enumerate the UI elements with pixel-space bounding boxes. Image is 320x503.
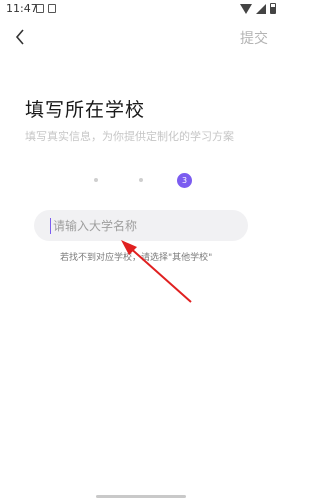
page-subtitle: 填写真实信息，为你提供定制化的学习方案 <box>25 130 234 143</box>
step-current-badge: 3 <box>177 173 192 188</box>
step-dot-1 <box>94 178 98 182</box>
battery-icon <box>270 3 276 14</box>
step-dot-2 <box>139 178 143 182</box>
notification-icon <box>48 4 56 13</box>
notification-icons <box>36 4 56 13</box>
signal-icon <box>256 3 266 14</box>
wifi-icon <box>240 3 252 14</box>
chevron-left-icon <box>15 29 24 45</box>
back-icon[interactable] <box>10 27 30 47</box>
status-bar: 11:47 <box>0 0 282 20</box>
hint-text: 若找不到对应学校，请选择"其他学校" <box>60 253 213 263</box>
status-time: 11:47 <box>6 2 38 15</box>
school-input-container[interactable] <box>34 210 248 241</box>
navigation-bar <box>0 489 282 503</box>
notification-icon <box>36 4 44 13</box>
home-indicator[interactable] <box>96 495 186 498</box>
page-title: 填写所在学校 <box>25 99 146 121</box>
submit-button[interactable]: 提交 <box>240 28 268 48</box>
system-icons <box>240 3 276 14</box>
school-name-input[interactable] <box>50 217 248 234</box>
